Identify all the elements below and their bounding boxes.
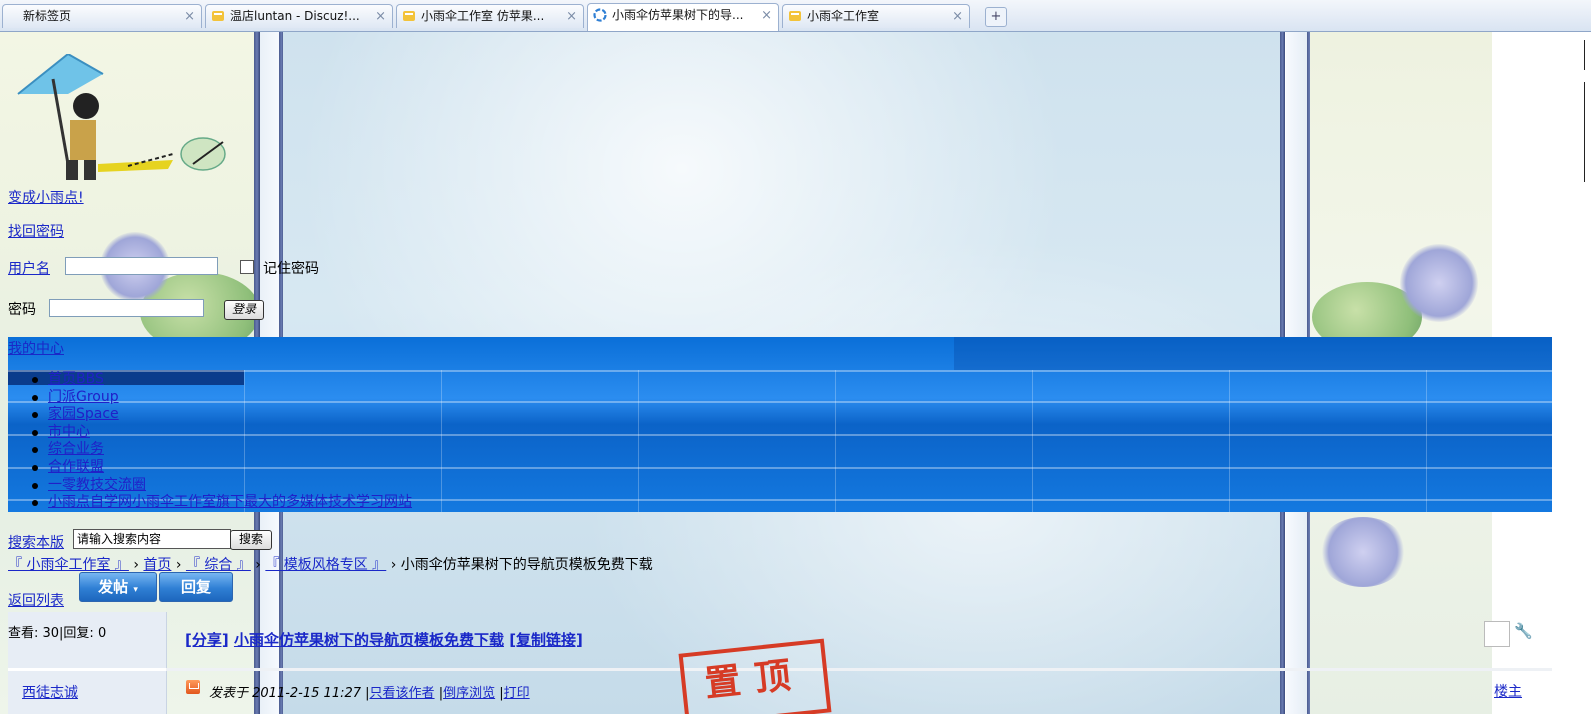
close-icon[interactable]: × [952,5,963,28]
post-time: 发表于 2011-2-15 11:27 [209,686,362,701]
nav-item-city-center: 市中心 [32,424,412,442]
breadcrumb-item[interactable]: 首页 [143,557,171,573]
password-input[interactable] [49,299,204,317]
wrench-icon[interactable]: 🔧 [1514,622,1533,640]
breadcrumb-item[interactable]: 『 模板风格专区 』 [265,557,386,573]
tab-label: 新标签页 [23,9,72,23]
report-icon[interactable] [186,680,200,694]
breadcrumb-current: 小雨伞仿苹果树下的导航页模板免费下载 [400,557,653,573]
author-link[interactable]: 西徒志诚 [22,682,78,702]
post-meta: 发表于 2011-2-15 11:27 |只看该作者 |倒序浏览 |打印 [209,686,530,701]
loading-spinner-icon [593,8,607,22]
close-icon[interactable]: × [184,5,195,28]
breadcrumb-separator: › [390,557,397,573]
new-tab-button[interactable]: + [985,7,1007,27]
username-input[interactable] [65,257,218,275]
search-board-label[interactable]: 搜索本版 [8,532,64,552]
username-label[interactable]: 用户名 [8,258,50,278]
forum-favicon-icon [212,11,224,21]
tab-label: 小雨伞工作室 仿苹果... [421,9,545,23]
close-icon[interactable]: × [566,5,577,28]
nav-item-space: 家园Space [32,406,412,424]
tab-current-thread[interactable]: 小雨伞仿苹果树下的导... × [587,3,779,31]
breadcrumb-separator: › [255,557,261,573]
breadcrumb-separator: › [133,557,139,573]
close-icon[interactable]: × [761,4,772,27]
close-icon[interactable]: × [375,5,386,28]
search-input[interactable]: 请输入搜索内容 [73,529,231,549]
breadcrumb-separator: › [175,557,182,573]
forgot-password-link[interactable]: 找回密码 [8,221,64,241]
thread-tag-link[interactable]: [分享] [185,631,229,649]
copy-link[interactable]: [复制链接] [509,631,583,649]
nav-menu: 首页BBS 门派Group 家园Space 市中心 综合业务 合作联盟 一零教技… [32,371,412,512]
tab-wendian[interactable]: 温店luntan - Discuz!... × [205,4,393,28]
tab-label: 小雨伞工作室 [807,9,880,23]
tab-umbrella-studio-theme[interactable]: 小雨伞工作室 仿苹果... × [396,4,584,28]
my-center-link[interactable]: 我的中心 [8,338,64,358]
page-content: 变成小雨点! 找回密码 用户名 记住密码 密码 登录 我的中心 首页BBS 门派… [0,32,1591,714]
nav-item-group: 门派Group [32,389,412,407]
browser-tab-strip: 新标签页 × 温店luntan - Discuz!... × 小雨伞工作室 仿苹… [0,0,1591,32]
login-button[interactable]: 登录 [224,300,264,320]
nav-item-exchange: 一零教技交流圈 [32,477,412,495]
new-post-button[interactable]: 发帖 ▾ [79,572,157,602]
nav-item-alliance: 合作联盟 [32,459,412,477]
remember-label: 记住密码 [263,261,319,277]
floor-label[interactable]: 楼主 [1494,681,1522,701]
tab-umbrella-studio[interactable]: 小雨伞工作室 × [782,4,970,28]
password-label: 密码 [8,302,36,318]
reply-button[interactable]: 回复 [159,572,233,602]
forum-favicon-icon [789,11,801,21]
nav-item-self-study: 小雨点自学网小雨伞工作室旗下最大的多媒体技术学习网站 [32,494,412,511]
thread-title-row: [分享] 小雨伞仿苹果树下的导航页模板免费下载 [复制链接] [185,629,583,650]
register-link[interactable]: 变成小雨点! [8,187,84,207]
print-link[interactable]: 打印 [504,686,530,701]
breadcrumb: 『 小雨伞工作室 』 › 首页 › 『 综合 』 › 『 模板风格专区 』 › … [8,554,653,574]
forum-favicon-icon [403,11,415,21]
thread-stats: 查看: 30|回复: 0 [8,626,107,641]
page-viewport: 变成小雨点! 找回密码 用户名 记住密码 密码 登录 我的中心 首页BBS 门派… [0,32,1591,714]
tab-label: 温店luntan - Discuz!... [230,9,360,23]
search-button[interactable]: 搜索 [230,530,272,550]
tab-new[interactable]: 新标签页 × [2,4,202,28]
checkbox-box[interactable] [1484,621,1510,647]
only-author-link[interactable]: 只看该作者 [370,686,435,701]
nav-item-business: 综合业务 [32,441,412,459]
thread-title[interactable]: 小雨伞仿苹果树下的导航页模板免费下载 [234,631,504,649]
nav-item-home: 首页BBS [32,371,412,389]
divider [166,668,1552,671]
remember-checkbox[interactable] [240,260,254,274]
tab-label: 小雨伞仿苹果树下的导... [612,8,744,22]
umbrella-girl-logo [17,54,226,180]
pinned-stamp: 置顶 [678,638,832,714]
breadcrumb-item[interactable]: 『 小雨伞工作室 』 [8,557,129,573]
back-to-list-link[interactable]: 返回列表 [8,590,64,610]
reverse-order-link[interactable]: 倒序浏览 [443,686,495,701]
breadcrumb-item[interactable]: 『 综合 』 [186,557,251,573]
chevron-down-icon: ▾ [133,585,138,595]
